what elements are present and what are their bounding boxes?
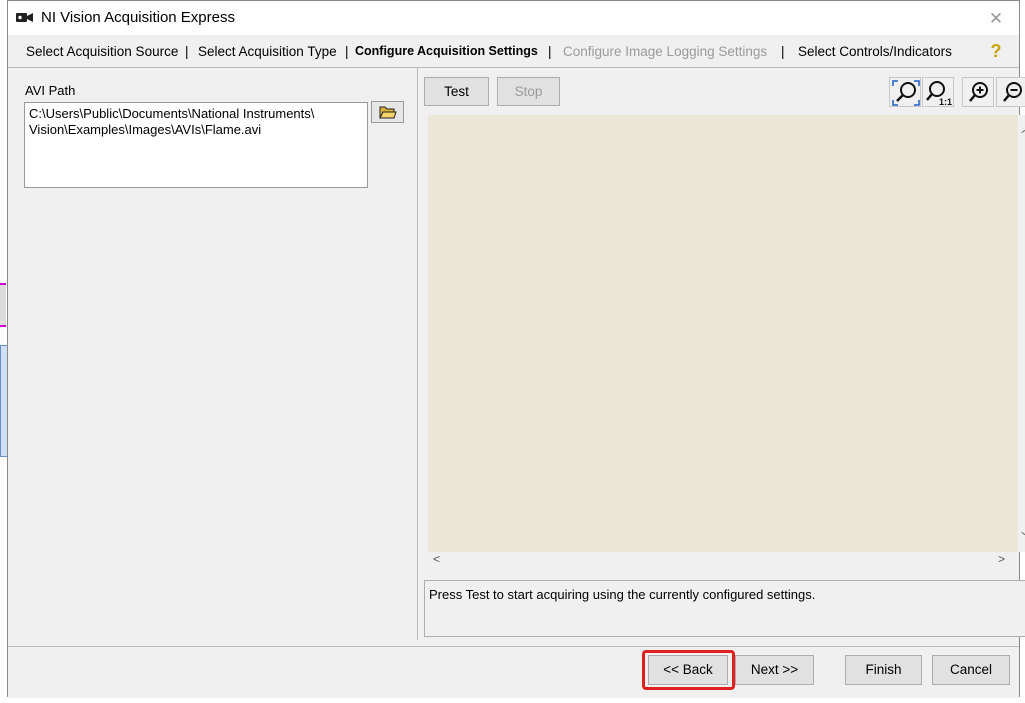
chevron-left-icon[interactable]: < (433, 552, 440, 566)
chevron-right-icon[interactable]: > (998, 552, 1005, 566)
next-button[interactable]: Next >> (735, 655, 814, 685)
wizard-steps: Select Acquisition Source | Select Acqui… (8, 35, 1019, 68)
title-bar: NI Vision Acquisition Express ✕ (8, 1, 1019, 35)
test-button[interactable]: Test (424, 77, 489, 106)
step-select-acquisition-source[interactable]: Select Acquisition Source (26, 44, 178, 59)
stop-button: Stop (497, 77, 560, 106)
step-separator: | (781, 44, 785, 59)
step-configure-acquisition-settings[interactable]: Configure Acquisition Settings (355, 44, 538, 58)
status-message: Press Test to start acquiring using the … (429, 587, 816, 602)
avi-path-field[interactable]: C:\Users\Public\Documents\National Instr… (24, 102, 368, 188)
background-app-fragment (0, 283, 6, 327)
horizontal-scrollbar[interactable]: < > (428, 552, 1018, 569)
window-title: NI Vision Acquisition Express (41, 9, 235, 26)
step-configure-image-logging-settings: Configure Image Logging Settings (563, 44, 768, 59)
chevron-down-icon[interactable]: ﹀ (1021, 529, 1025, 546)
camera-icon (16, 13, 33, 22)
chevron-up-icon[interactable]: ︿ (1021, 119, 1025, 136)
zoom-to-fit-icon[interactable] (889, 77, 921, 107)
preview-panel: Test Stop 1:1 < > Press Test to start ac… (418, 68, 1025, 640)
help-icon[interactable]: ? (985, 40, 1007, 62)
avi-path-line: C:\Users\Public\Documents\National Instr… (29, 106, 315, 121)
zoom-in-icon[interactable] (962, 77, 994, 107)
zoom-1-1-icon[interactable]: 1:1 (922, 77, 954, 107)
step-select-acquisition-type[interactable]: Select Acquisition Type (198, 44, 337, 59)
close-icon[interactable]: ✕ (983, 7, 1009, 31)
image-viewer[interactable] (428, 115, 1018, 552)
cancel-button[interactable]: Cancel (932, 655, 1010, 685)
zoom-out-icon[interactable] (996, 77, 1025, 107)
step-separator: | (185, 44, 189, 59)
status-message-box: Press Test to start acquiring using the … (424, 580, 1025, 637)
finish-button[interactable]: Finish (845, 655, 922, 685)
acquisition-dialog: NI Vision Acquisition Express ✕ Select A… (7, 0, 1025, 698)
browse-button[interactable] (371, 101, 404, 123)
step-select-controls-indicators[interactable]: Select Controls/Indicators (798, 44, 952, 59)
dialog-footer: << Back Next >> Finish Cancel (8, 646, 1019, 698)
avi-path-label: AVI Path (25, 83, 76, 98)
vertical-scrollbar[interactable]: ︿ ﹀ (1018, 115, 1025, 552)
zoom-ratio-label: 1:1 (939, 97, 952, 106)
avi-path-line: Vision\Examples\Images\AVIs\Flame.avi (29, 122, 262, 137)
step-separator: | (345, 44, 349, 59)
settings-panel: AVI Path C:\Users\Public\Documents\Natio… (8, 68, 418, 640)
back-button-highlight (642, 650, 735, 690)
folder-open-icon (379, 106, 397, 119)
step-separator: | (548, 44, 552, 59)
